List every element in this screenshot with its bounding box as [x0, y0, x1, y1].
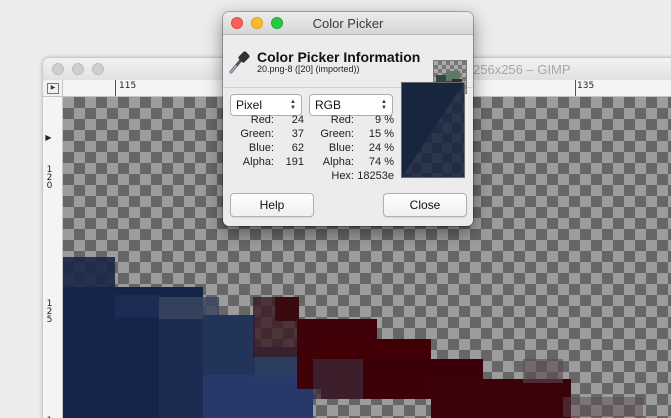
ruler-label-115: 115 — [119, 81, 137, 91]
ruler-label-135: 135 — [577, 81, 595, 91]
rgb-label: Alpha: — [322, 156, 354, 168]
gimp-close-button[interactable] — [52, 63, 64, 75]
rgb-values: Red: 9 % Green: 15 % Blue: 24 % Alpha: 74 % … — [309, 113, 394, 183]
ruler-corner: ▶ — [43, 80, 63, 97]
pixel-value: 24 — [291, 114, 304, 126]
gimp-window-title: 256x256 – GIMP — [473, 62, 571, 77]
rgb-label: Green: — [320, 128, 354, 140]
updown-arrows-icon: ▲ ▼ — [381, 99, 387, 111]
updown-arrows-icon: ▲ ▼ — [290, 99, 296, 111]
rgb-label: Red: — [330, 114, 354, 126]
pixel-value: 62 — [291, 142, 304, 154]
pixel-label: Red: — [250, 114, 274, 126]
pixel-values: Red: 24 Green: 37 Blue: 62 Alpha: 191 — [230, 113, 304, 169]
pixel-label: Blue: — [248, 142, 274, 154]
rgb-value: 24 % — [368, 142, 394, 154]
swatch-alpha-preview — [402, 83, 464, 177]
gimp-maximize-button[interactable] — [92, 63, 104, 75]
color-picker-dialog: Color Picker Color Picker Information 20… — [223, 12, 473, 226]
pixel-mode-value: Pixel — [236, 98, 263, 112]
hex-label: Hex: — [331, 170, 354, 182]
rgb-value: 15 % — [368, 128, 394, 140]
gimp-minimize-button[interactable] — [72, 63, 84, 75]
ruler-label-125: 125 — [46, 299, 53, 325]
close-button[interactable]: Close — [383, 193, 467, 217]
color-swatch — [401, 82, 465, 178]
vertical-ruler[interactable]: ▶ 120 125 1 — [43, 97, 63, 418]
pixel-label: Green: — [240, 128, 274, 140]
color-picker-titlebar[interactable]: Color Picker — [223, 12, 473, 35]
pixel-value: 37 — [291, 128, 304, 140]
ruler-marker-icon: ▶ — [45, 133, 52, 142]
ruler-label-120: 120 — [46, 165, 53, 191]
rgb-label: Blue: — [328, 142, 354, 154]
help-button[interactable]: Help — [230, 193, 314, 217]
picker-image-name: 20.png-8 ([20] (imported)) — [257, 64, 360, 74]
color-picker-header: Color Picker Information 20.png-8 ([20] … — [223, 35, 473, 94]
rgb-mode-value: RGB — [315, 98, 342, 112]
picker-info-heading: Color Picker Information — [257, 49, 421, 65]
rgb-value: 9 % — [375, 114, 394, 126]
pixel-label: Alpha: — [242, 156, 274, 168]
color-picker-dropper-icon — [229, 51, 250, 74]
pixel-value: 191 — [285, 156, 304, 168]
rgb-value: 74 % — [368, 156, 394, 168]
navigate-icon[interactable]: ▶ — [47, 83, 59, 94]
hex-value: 18253e — [357, 170, 394, 182]
dialog-title: Color Picker — [312, 16, 384, 31]
